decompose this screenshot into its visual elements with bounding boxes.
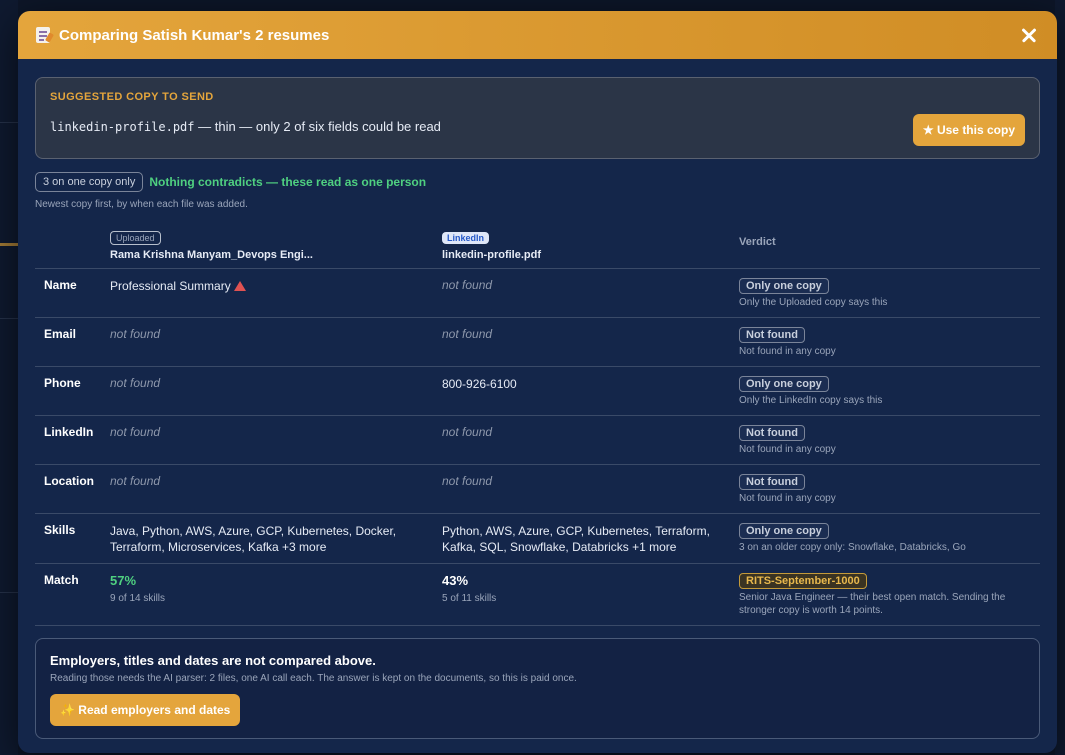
consistency-status: Nothing contradicts — these read as one …: [149, 175, 427, 189]
uploaded-value: not found: [110, 474, 161, 488]
table-row: Skills Java, Python, AWS, Azure, GCP, Ku…: [35, 513, 1040, 564]
background-divider: [0, 592, 18, 593]
table-row: Email not found not found Not found Not f…: [35, 317, 1040, 367]
linkedin-value: not found: [442, 474, 493, 488]
suggested-file-name: linkedin-profile.pdf: [50, 120, 195, 134]
warning-icon: [233, 281, 246, 291]
table-header-row: Uploaded Rama Krishna Manyam_Devops Engi…: [35, 223, 1040, 269]
table-row: LinkedIn not found not found Not found No…: [35, 415, 1040, 465]
verdict-note: Not found in any copy: [739, 444, 836, 455]
table-row: Name Professional Summary not found Only…: [35, 268, 1040, 318]
background-divider: [0, 318, 18, 319]
requisition-badge[interactable]: RITS-September-1000: [739, 573, 867, 589]
verdict-note: 3 on an older copy only: Snowflake, Data…: [739, 542, 966, 553]
uploaded-value: Professional Summary: [110, 279, 231, 293]
linkedin-source-pill: LinkedIn: [442, 232, 490, 244]
comparison-table: Uploaded Rama Krishna Manyam_Devops Engi…: [35, 223, 1040, 626]
verdict-badge: Not found: [739, 474, 805, 490]
linkedin-value: not found: [442, 425, 493, 439]
field-label: Phone: [44, 376, 81, 390]
field-label: Skills: [44, 523, 76, 537]
verdict-note: Senior Java Engineer — their best open m…: [739, 592, 1006, 603]
verdict-badge: Not found: [739, 425, 805, 441]
linkedin-match-percent: 43%: [442, 573, 469, 588]
field-column-header: [35, 223, 110, 269]
ai-parser-note: Reading those needs the AI parser: 2 fil…: [50, 673, 577, 684]
modal-body: SUGGESTED COPY TO SEND linkedin-profile.…: [18, 59, 1057, 739]
single-copy-count-badge: 3 on one copy only: [35, 172, 144, 192]
ai-parser-title: Employers, titles and dates are not comp…: [50, 653, 376, 668]
verdict-note: Only the Uploaded copy says this: [739, 297, 888, 308]
modal-title: Comparing Satish Kumar's 2 resumes: [59, 26, 330, 44]
verdict-badge: Only one copy: [739, 523, 829, 539]
verdict-note: Not found in any copy: [739, 346, 836, 357]
linkedin-column-header: LinkedIn linkedin-profile.pdf: [442, 223, 739, 269]
verdict-header-label: Verdict: [739, 236, 776, 248]
verdict-badge: Not found: [739, 327, 805, 343]
uploaded-skills-line: Java, Python, AWS, Azure, GCP, Kubernete…: [110, 524, 397, 538]
close-icon[interactable]: [1017, 23, 1041, 47]
use-this-copy-button[interactable]: ★ Use this copy: [912, 114, 1025, 146]
linkedin-skills-line: Kafka, SQL, Snowflake, Databricks +1 mor…: [442, 540, 677, 554]
ai-parser-panel: Employers, titles and dates are not comp…: [35, 638, 1040, 739]
uploaded-value: not found: [110, 327, 161, 341]
background-left-strip: [0, 0, 18, 755]
linkedin-skills-line: Python, AWS, Azure, GCP, Kubernetes, Ter…: [442, 524, 710, 538]
linkedin-value: 800-926-6100: [442, 377, 517, 391]
suggested-copy-text: linkedin-profile.pdf — thin — only 2 of …: [50, 119, 1025, 134]
linkedin-file-name: linkedin-profile.pdf: [442, 249, 541, 261]
uploaded-source-pill: Uploaded: [110, 231, 161, 245]
read-employers-button[interactable]: ✨ Read employers and dates: [50, 694, 241, 726]
comparison-summary: 3 on one copy only Nothing contradicts —…: [35, 172, 1040, 192]
verdict-badge: Only one copy: [739, 278, 829, 294]
verdict-note: Not found in any copy: [739, 493, 836, 504]
uploaded-match-detail: 9 of 14 skills: [110, 593, 166, 604]
background-divider: [0, 243, 18, 246]
uploaded-file-name: Rama Krishna Manyam_Devops Engi...: [110, 249, 313, 261]
verdict-badge: Only one copy: [739, 376, 829, 392]
uploaded-skills-line: Terraform, Microservices, Kafka +3 more: [110, 540, 327, 554]
suggested-copy-panel: SUGGESTED COPY TO SEND linkedin-profile.…: [35, 77, 1040, 159]
linkedin-match-detail: 5 of 11 skills: [442, 593, 497, 604]
field-label: Location: [44, 474, 94, 488]
order-note: Newest copy first, by when each file was…: [35, 199, 248, 210]
uploaded-column-header: Uploaded Rama Krishna Manyam_Devops Engi…: [110, 223, 442, 269]
linkedin-value: not found: [442, 278, 493, 292]
table-row: Match 57% 9 of 14 skills 43% 5 of 11 skill…: [35, 563, 1040, 626]
field-label: Match: [44, 573, 79, 587]
suggested-file-detail: — thin — only 2 of six fields could be r…: [194, 119, 441, 134]
suggested-copy-label: SUGGESTED COPY TO SEND: [50, 91, 214, 103]
field-label: Email: [44, 327, 77, 341]
verdict-note: stronger copy is worth 14 points.: [739, 605, 883, 616]
verdict-column-header: Verdict: [739, 223, 1040, 269]
uploaded-match-percent: 57%: [110, 573, 137, 588]
uploaded-value: not found: [110, 425, 161, 439]
field-label: LinkedIn: [44, 425, 94, 439]
resume-compare-modal: Comparing Satish Kumar's 2 resumes SUGGE…: [18, 11, 1057, 753]
field-label: Name: [44, 278, 77, 292]
verdict-note: Only the LinkedIn copy says this: [739, 395, 883, 406]
uploaded-value: not found: [110, 376, 161, 390]
background-divider: [0, 122, 18, 123]
table-row: Location not found not found Not found No…: [35, 464, 1040, 514]
table-row: Phone not found 800-926-6100 Only one co…: [35, 366, 1040, 416]
document-icon: [36, 27, 54, 43]
modal-header: Comparing Satish Kumar's 2 resumes: [18, 11, 1057, 59]
linkedin-value: not found: [442, 327, 493, 341]
